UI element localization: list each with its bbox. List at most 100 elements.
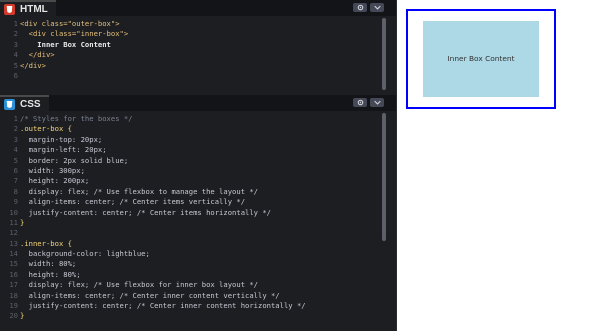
line-number: 9 xyxy=(13,197,18,207)
code-line-text: background-color: lightblue; xyxy=(20,249,150,259)
code-line-text: .outer-box { xyxy=(20,124,72,134)
code-line: 14 background-color: lightblue; xyxy=(0,249,396,259)
code-line-text: /* Styles for the boxes */ xyxy=(20,114,133,123)
code-line: 3 margin-top: 20px; xyxy=(0,135,396,145)
code-line-text: height: 200px; xyxy=(20,176,90,186)
html-code-area[interactable]: 1 <div class="outer-box"> 2 <div class="… xyxy=(0,16,396,81)
code-line: 19 justify-content: center; /* Center in… xyxy=(0,301,396,311)
css-panel-controls xyxy=(353,98,384,107)
line-number: 4 xyxy=(13,145,18,155)
code-line: 1 <div class="outer-box"> xyxy=(0,19,396,29)
code-line-text: width: 300px; xyxy=(20,165,85,175)
code-line-text: display: flex; /* Use flexbox for inner … xyxy=(20,280,258,290)
code-line-text: justify-content: center; /* Center inner… xyxy=(20,301,306,311)
code-line-text: .inner-box { xyxy=(20,238,72,248)
code-line-text: border: 2px solid blue; xyxy=(20,155,129,165)
code-line-text: } xyxy=(20,311,25,321)
code-line-text: </div> xyxy=(20,50,55,60)
line-number: 18 xyxy=(9,290,18,300)
chevron-down-icon[interactable] xyxy=(370,3,384,12)
css-panel-header: CSS xyxy=(0,95,396,111)
line-number: 12 xyxy=(9,228,18,238)
code-line-text: display: flex; /* Use flexbox to manage … xyxy=(20,186,258,196)
html-panel-controls xyxy=(353,3,384,12)
line-number: 14 xyxy=(9,249,18,259)
html-scrollbar[interactable] xyxy=(382,18,386,90)
code-line: 2 <div class="inner-box"> xyxy=(0,29,396,39)
line-number: 7 xyxy=(13,176,18,186)
html-panel-title-tab[interactable]: HTML xyxy=(0,0,56,16)
code-line-text: Inner Box Content xyxy=(20,39,111,49)
code-line: 6 xyxy=(0,71,396,81)
chevron-down-icon[interactable] xyxy=(370,98,384,107)
code-line-text: height: 80%; xyxy=(20,269,81,279)
line-number: 5 xyxy=(13,60,18,70)
inner-box-text: Inner Box Content xyxy=(447,54,515,64)
code-line: 10 justify-content: center; /* Center it… xyxy=(0,208,396,218)
html-panel-header: HTML xyxy=(0,0,396,16)
line-number: 8 xyxy=(13,186,18,196)
code-line: 13 .inner-box { xyxy=(0,239,396,249)
code-line-text: width: 80%; xyxy=(20,259,77,269)
css-panel-title: CSS xyxy=(20,98,41,110)
code-line-text: } xyxy=(20,217,25,227)
preview-pane: Inner Box Content xyxy=(397,0,600,331)
line-number: 6 xyxy=(13,165,18,175)
css-panel: CSS 1/* Styles for the boxes */ 2 .outer-… xyxy=(0,95,396,331)
code-line-text: justify-content: center; /* Center items… xyxy=(20,207,271,217)
line-number: 15 xyxy=(9,259,18,269)
code-line: 7 height: 200px; xyxy=(0,176,396,186)
code-line: 15 width: 80%; xyxy=(0,259,396,269)
css-scrollbar[interactable] xyxy=(382,113,386,241)
line-number: 10 xyxy=(9,207,18,217)
code-editor: HTML 1 <div class="outer-box"> 2 <div cl… xyxy=(0,0,396,331)
code-line: 12 xyxy=(0,228,396,238)
code-line: 5 border: 2px solid blue; xyxy=(0,156,396,166)
html-icon xyxy=(4,3,15,15)
code-line: 11} xyxy=(0,218,396,228)
inner-box: Inner Box Content xyxy=(422,20,540,98)
line-number: 2 xyxy=(13,124,18,134)
code-line: 18 align-items: center; /* Center inner … xyxy=(0,291,396,301)
code-line-text: align-items: center; /* Center inner con… xyxy=(20,290,280,300)
code-line: 3 Inner Box Content xyxy=(0,40,396,50)
outer-box: Inner Box Content xyxy=(406,9,556,109)
line-number: 5 xyxy=(13,155,18,165)
code-line: 20} xyxy=(0,311,396,321)
line-number: 1 xyxy=(13,19,18,28)
line-number: 11 xyxy=(9,217,18,227)
line-number: 3 xyxy=(13,39,18,49)
code-line-text: <div class="outer-box"> xyxy=(20,19,120,28)
code-line: 4 </div> xyxy=(0,50,396,60)
line-number: 1 xyxy=(13,114,18,123)
code-line: 17 display: flex; /* Use flexbox for inn… xyxy=(0,280,396,290)
line-number: 4 xyxy=(13,50,18,60)
code-line-text: <div class="inner-box"> xyxy=(20,29,129,39)
gear-icon[interactable] xyxy=(353,3,367,12)
code-line-text: margin-top: 20px; xyxy=(20,134,103,144)
line-number: 16 xyxy=(9,269,18,279)
css-icon xyxy=(4,98,15,110)
line-number: 13 xyxy=(9,238,18,248)
code-line: 5 </div> xyxy=(0,61,396,71)
line-number: 17 xyxy=(9,280,18,290)
css-code-area[interactable]: 1/* Styles for the boxes */ 2 .outer-box … xyxy=(0,111,396,322)
html-panel: HTML 1 <div class="outer-box"> 2 <div cl… xyxy=(0,0,396,95)
css-panel-title-tab[interactable]: CSS xyxy=(0,95,49,111)
code-line-text: align-items: center; /* Center items ver… xyxy=(20,197,246,207)
code-line-text: </div> xyxy=(20,60,46,70)
line-number: 20 xyxy=(9,311,18,321)
line-number: 3 xyxy=(13,134,18,144)
code-line: 8 display: flex; /* Use flexbox to manag… xyxy=(0,187,396,197)
code-line: 4 margin-left: 20px; xyxy=(0,145,396,155)
code-line: 16 height: 80%; xyxy=(0,270,396,280)
line-number: 19 xyxy=(9,301,18,311)
html-panel-title: HTML xyxy=(20,3,48,15)
code-line: 9 align-items: center; /* Center items v… xyxy=(0,197,396,207)
line-number: 6 xyxy=(13,70,18,80)
line-number: 2 xyxy=(13,29,18,39)
code-line: 2 .outer-box { xyxy=(0,124,396,134)
code-line: 6 width: 300px; xyxy=(0,166,396,176)
gear-icon[interactable] xyxy=(353,98,367,107)
code-line: 1/* Styles for the boxes */ xyxy=(0,114,396,124)
